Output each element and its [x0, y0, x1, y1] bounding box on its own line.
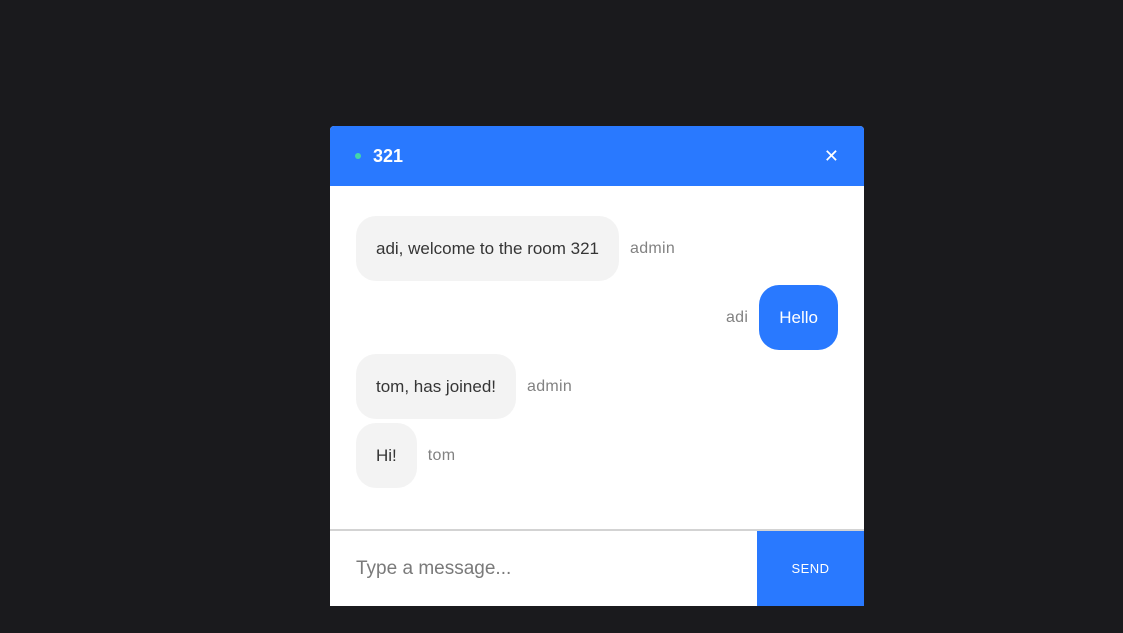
message-sender: admin — [630, 239, 676, 257]
message-sender: admin — [527, 377, 573, 395]
message-bubble: tom, has joined! — [356, 354, 517, 419]
message-composer: SEND — [330, 529, 864, 606]
message-row: adi, welcome to the room 321 admin — [356, 216, 838, 281]
online-status-icon — [355, 153, 361, 159]
send-button[interactable]: SEND — [757, 531, 864, 606]
message-bubble: adi, welcome to the room 321 — [356, 216, 620, 281]
chat-header: 321 ✕ — [330, 126, 864, 186]
message-bubble: Hello — [759, 285, 838, 350]
message-sender: tom — [427, 446, 456, 464]
close-icon[interactable]: ✕ — [824, 147, 839, 165]
chat-window: 321 ✕ adi, welcome to the room 321 admin… — [330, 126, 864, 606]
message-row: tom, has joined! admin — [356, 354, 838, 419]
room-name: 321 — [373, 145, 404, 166]
message-row: Hi! tom — [356, 423, 838, 488]
message-row: adi Hello — [356, 285, 838, 350]
message-bubble: Hi! — [356, 423, 417, 488]
message-input[interactable] — [330, 531, 757, 606]
message-list: adi, welcome to the room 321 admin adi H… — [330, 186, 864, 529]
message-sender: adi — [725, 308, 749, 326]
